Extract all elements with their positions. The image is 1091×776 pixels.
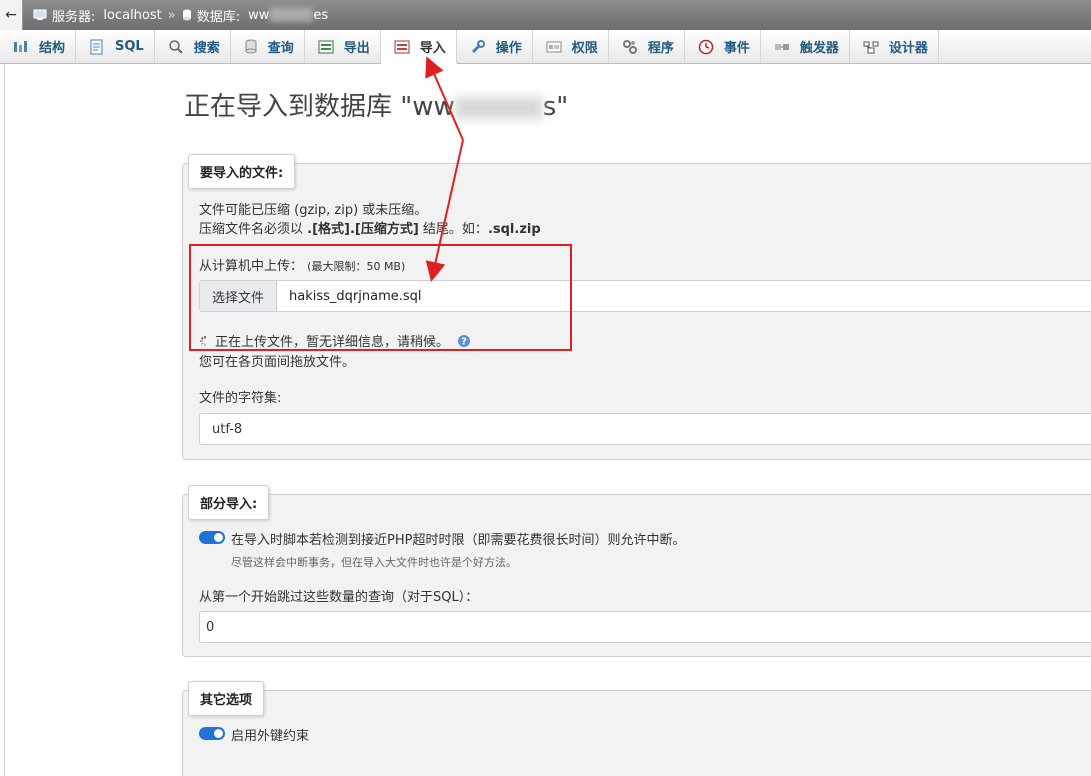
file-section-legend: 要导入的文件: xyxy=(188,154,296,189)
database-label: 数据库: xyxy=(196,9,241,25)
blurred-database-name xyxy=(269,8,314,22)
upload-limit: (最大限制：50 MB) xyxy=(307,260,406,273)
routines-icon xyxy=(622,39,637,54)
tab-operations[interactable]: 操作 xyxy=(457,30,533,63)
partial-section-legend: 部分导入: xyxy=(188,485,270,520)
tab-query[interactable]: 查询 xyxy=(231,30,305,63)
phpmyadmin-import-page: ← 服务器: localhost » 数据库: ww es 结构 SQL 搜索 xyxy=(0,0,1091,776)
tab-label: 导入 xyxy=(419,41,446,56)
upload-label: 从计算机中上传： (最大限制：50 MB) xyxy=(199,259,406,274)
tab-label: 搜索 xyxy=(193,41,220,56)
skip-queries-label: 从第一个开始跳过这些数量的查询（对于SQL）： xyxy=(199,590,479,605)
tab-label: 查询 xyxy=(267,41,294,56)
tab-label: 导出 xyxy=(343,41,370,56)
tab-label: 结构 xyxy=(39,41,66,56)
tab-label: 触发器 xyxy=(799,41,839,56)
search-icon xyxy=(168,39,183,54)
tab-triggers[interactable]: 触发器 xyxy=(761,30,850,63)
other-options-section: 其它选项 启用外键约束 xyxy=(182,681,1091,776)
wrench-icon xyxy=(471,39,485,53)
structure-icon xyxy=(14,40,27,52)
allow-interrupt-hint: 尽管这样会中断事务，但在导入大文件时也许是个好方法。 xyxy=(231,556,517,569)
skip-queries-value: 0 xyxy=(206,619,215,635)
tab-sql[interactable]: SQL xyxy=(76,30,155,63)
foreign-key-checks-toggle[interactable] xyxy=(199,727,225,740)
tab-privileges[interactable]: 权限 xyxy=(533,30,609,63)
selected-file-name: hakiss_dqrjname.sql xyxy=(289,288,422,304)
tab-label: 权限 xyxy=(571,41,598,56)
tab-routines[interactable]: 程序 xyxy=(609,30,685,63)
partial-import-section: 部分导入: 在导入时脚本若检测到接近PHP超时时限（即需要花费很长时间）则允许中… xyxy=(182,485,1091,657)
help-icon[interactable]: ? xyxy=(457,334,471,348)
export-icon xyxy=(318,40,334,53)
back-arrow-button[interactable]: ← xyxy=(0,0,23,30)
database-name-suffix: es xyxy=(313,7,329,23)
server-value: localhost xyxy=(103,7,162,23)
blurred-database-name xyxy=(454,96,543,119)
charset-select[interactable]: utf-8 xyxy=(199,413,1091,445)
filename-format-note: 压缩文件名必须以 .[格式].[压缩方式] 结尾。如：.sql.zip xyxy=(199,222,541,237)
tab-label: SQL xyxy=(115,39,144,54)
tab-designer[interactable]: 设计器 xyxy=(850,30,939,63)
tab-bar: 结构 SQL 搜索 查询 导出 导入 操作 权限 程序 事件 触发器 设计器 xyxy=(0,30,1091,64)
clock-icon xyxy=(698,39,714,54)
sql-icon xyxy=(90,39,103,54)
designer-icon xyxy=(863,41,879,53)
tab-label: 操作 xyxy=(495,41,522,56)
tab-label: 事件 xyxy=(723,41,750,56)
query-icon xyxy=(245,39,257,53)
file-input[interactable]: 选择文件 hakiss_dqrjname.sql xyxy=(199,280,1091,312)
other-section-legend: 其它选项 xyxy=(188,681,265,716)
tab-label: 设计器 xyxy=(888,41,928,56)
server-label: 服务器: xyxy=(52,9,96,25)
tab-import[interactable]: 导入 xyxy=(380,30,457,64)
privileges-icon xyxy=(546,41,562,52)
tab-structure[interactable]: 结构 xyxy=(0,30,77,63)
tab-export[interactable]: 导出 xyxy=(305,30,381,63)
upload-status: 正在上传文件，暂无详细信息，请稍候。 ? xyxy=(199,331,471,350)
svg-text:?: ? xyxy=(461,336,467,347)
tab-label: 程序 xyxy=(647,41,674,56)
loading-spinner-icon xyxy=(200,335,206,346)
compression-note: 文件可能已压缩 (gzip, zip) 或未压缩。 xyxy=(199,203,428,218)
database-name-prefix: ww xyxy=(248,7,270,23)
import-icon xyxy=(394,40,410,53)
page-title: 正在导入到数据库 "ww s" xyxy=(184,92,569,122)
database-icon xyxy=(182,9,191,21)
tab-events[interactable]: 事件 xyxy=(685,30,761,63)
breadcrumb-server[interactable]: 服务器: localhost xyxy=(33,6,162,25)
drag-drop-note: 您可在各页面间拖放文件。 xyxy=(199,355,356,370)
foreign-key-checks-label: 启用外键约束 xyxy=(231,729,310,744)
charset-value: utf-8 xyxy=(212,421,243,437)
breadcrumb: ← 服务器: localhost » 数据库: ww es xyxy=(0,0,1091,30)
charset-label: 文件的字符集: xyxy=(199,391,282,406)
skip-queries-input[interactable]: 0 xyxy=(199,611,1091,643)
allow-interrupt-toggle[interactable] xyxy=(199,531,225,544)
breadcrumb-database[interactable]: 数据库: ww es xyxy=(182,6,328,25)
breadcrumb-separator: » xyxy=(167,7,176,23)
allow-interrupt-label: 在导入时脚本若检测到接近PHP超时时限（即需要花费很长时间）则允许中断。 xyxy=(231,533,686,548)
choose-file-button[interactable]: 选择文件 xyxy=(200,281,278,311)
server-icon xyxy=(33,9,47,20)
file-to-import-section: 要导入的文件: 文件可能已压缩 (gzip, zip) 或未压缩。 压缩文件名必… xyxy=(182,154,1091,460)
tab-search[interactable]: 搜索 xyxy=(155,30,231,63)
triggers-icon xyxy=(774,43,789,50)
